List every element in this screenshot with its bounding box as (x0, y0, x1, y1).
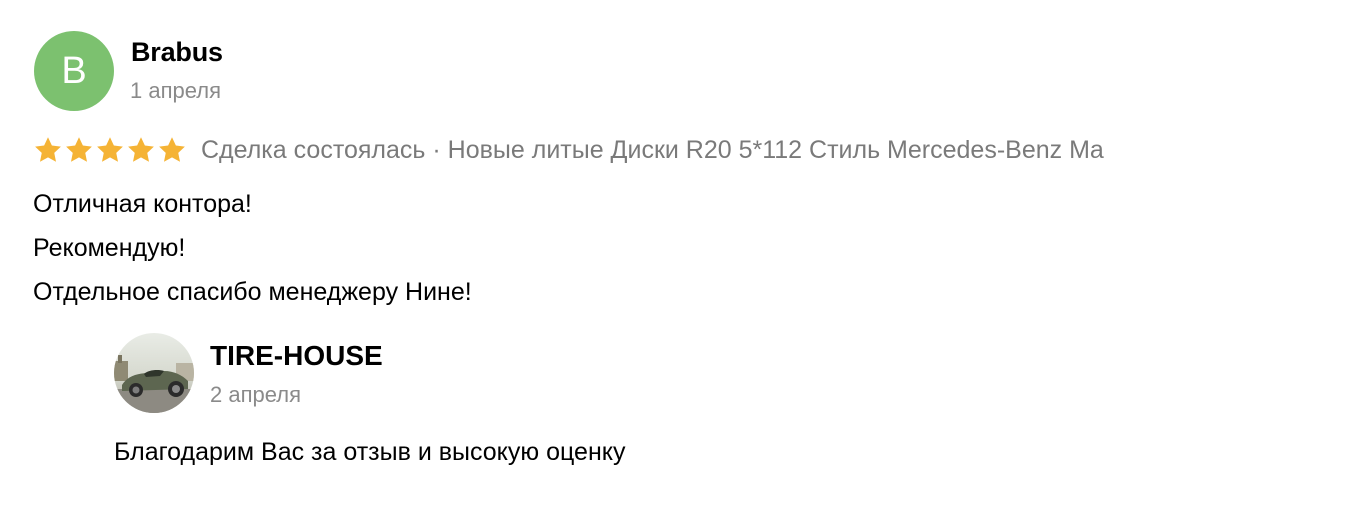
deal-status-text[interactable]: Сделка состоялась · Новые литые Диски R2… (201, 133, 1104, 167)
star-rating (33, 135, 187, 165)
star-icon (35, 137, 61, 162)
review-text-line: Отличная контора! (33, 190, 252, 218)
star-icon (159, 137, 185, 162)
star-icon (97, 137, 123, 162)
rating-row: Сделка состоялась · Новые литые Диски R2… (33, 130, 1333, 170)
reply-author-name[interactable]: TIRE-HOUSE (210, 338, 383, 374)
review-text: Отличная контора! Рекомендую! Отдельное … (33, 182, 472, 314)
avatar-letter: B (61, 49, 87, 92)
review-text-line: Отдельное спасибо менеджеру Нине! (33, 278, 472, 306)
star-icon (66, 137, 92, 162)
review-card: B Brabus 1 апреля Сделка состоялась · Но… (0, 0, 1372, 510)
reply-date: 2 апреля (210, 382, 301, 407)
star-icon (128, 137, 154, 162)
seller-reply: TIRE-HOUSE 2 апреля Благодарим Вас за от… (114, 333, 1314, 503)
car-photo-icon (114, 333, 194, 413)
avatar[interactable]: B (34, 31, 114, 111)
car-photo-avatar-icon[interactable] (114, 333, 194, 413)
review-author-name[interactable]: Brabus (131, 35, 223, 69)
review-date: 1 апреля (130, 78, 221, 103)
reply-text: Благодарим Вас за отзыв и высокую оценку (114, 438, 626, 466)
review-text-line: Рекомендую! (33, 234, 186, 262)
